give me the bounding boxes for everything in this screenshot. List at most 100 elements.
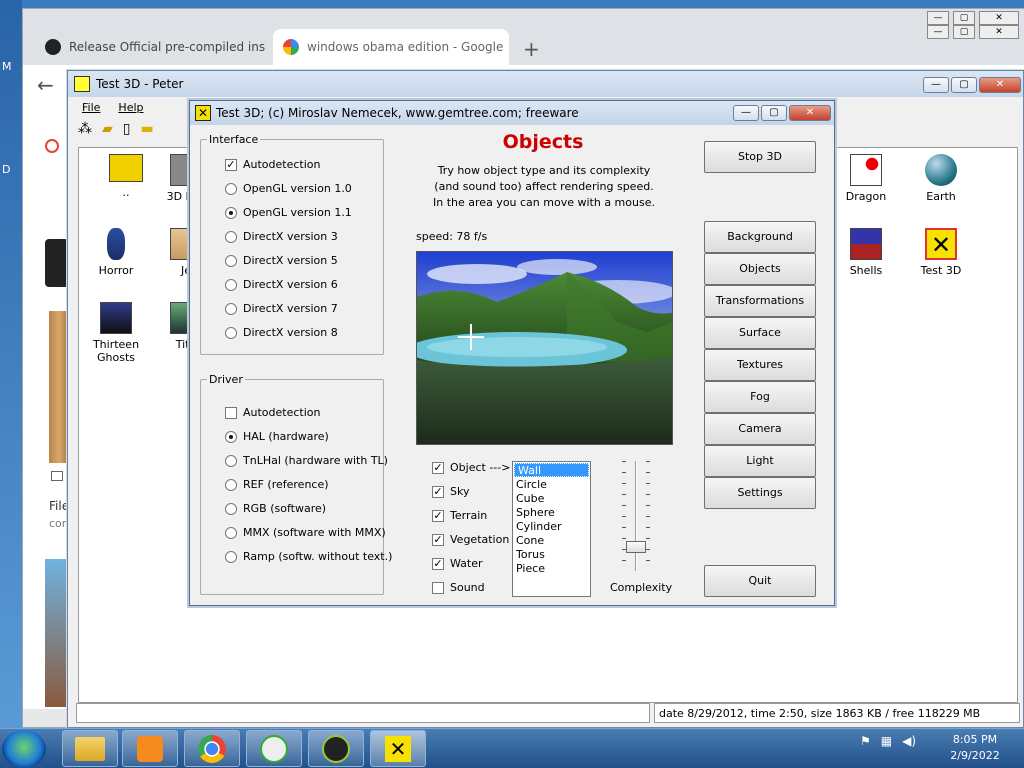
list-item[interactable]: Piece [513, 562, 590, 576]
radio-mmx[interactable]: MMX (software with MMX) [225, 526, 386, 539]
minimize-icon[interactable]: — [923, 77, 949, 93]
taskbar-chrome[interactable] [184, 730, 240, 767]
object-checkbox[interactable]: ✓ Object ---> [432, 461, 510, 474]
open-folder-icon[interactable]: ▰ [102, 121, 113, 143]
water-checkbox[interactable]: ✓ Water [432, 557, 483, 570]
background-button[interactable]: Background [704, 221, 816, 253]
network-error-icon[interactable]: ⚑ [860, 734, 871, 748]
radio-directx-7[interactable]: DirectX version 7 [225, 302, 338, 315]
list-item[interactable]: Torus [513, 548, 590, 562]
radio-directx-5[interactable]: DirectX version 5 [225, 254, 338, 267]
close-tab-icon[interactable]: ✕ [503, 39, 509, 55]
taskbar-app[interactable] [308, 730, 364, 767]
light-button[interactable]: Light [704, 445, 816, 477]
new-file-icon[interactable]: ▯ [123, 121, 131, 143]
network-icon[interactable]: ▦ [881, 734, 892, 748]
minimize-icon[interactable]: — [733, 105, 759, 121]
terrain-checkbox[interactable]: ✓ Terrain [432, 509, 487, 522]
quit-button[interactable]: Quit [704, 565, 816, 597]
radio-directx-3[interactable]: DirectX version 3 [225, 230, 338, 243]
object-type-list[interactable]: Wall Circle Cube Sphere Cylinder Cone To… [512, 461, 591, 597]
clock[interactable]: 8:05 PM 2/9/2022 [940, 732, 1010, 764]
sky-checkbox[interactable]: ✓ Sky [432, 485, 469, 498]
list-item[interactable]: Wall [514, 463, 589, 477]
clock-date: 2/9/2022 [950, 749, 1000, 762]
thumbnail-image [45, 239, 69, 287]
3d-render-area[interactable] [416, 251, 673, 445]
radio-directx-8[interactable]: DirectX version 8 [225, 326, 338, 339]
vegetation-checkbox[interactable]: ✓ Vegetation [432, 533, 509, 546]
maximize-icon[interactable]: ▢ [951, 77, 977, 93]
close-icon[interactable]: ✕ [979, 77, 1021, 93]
list-item[interactable]: Cylinder [513, 520, 590, 534]
close-tab-icon[interactable]: ✕ [265, 39, 271, 55]
menu-file[interactable]: File [82, 101, 100, 114]
rabbit-icon [260, 735, 288, 763]
menu-help[interactable]: Help [118, 101, 143, 114]
radio-opengl-1-1[interactable]: OpenGL version 1.1 [225, 206, 352, 219]
taskbar-app[interactable] [246, 730, 302, 767]
folder-icon[interactable]: ▬ [141, 121, 154, 143]
radio-tnlhal[interactable]: TnLHal (hardware with TL) [225, 454, 388, 467]
close-icon[interactable]: ✕ [979, 11, 1019, 25]
tree-icon[interactable]: ⁂ [78, 121, 92, 143]
volume-icon[interactable]: ◀) [902, 734, 916, 748]
surface-button[interactable]: Surface [704, 317, 816, 349]
objects-button[interactable]: Objects [704, 253, 816, 285]
radio-ramp[interactable]: Ramp (softw. without text.) [225, 550, 392, 563]
minimize-icon[interactable]: — [927, 11, 949, 25]
close-icon[interactable]: ✕ [979, 25, 1019, 39]
camera-button[interactable]: Camera [704, 413, 816, 445]
textures-button[interactable]: Textures [704, 349, 816, 381]
transformations-button[interactable]: Transformations [704, 285, 816, 317]
complexity-slider[interactable] [620, 461, 652, 571]
sound-checkbox[interactable]: Sound [432, 581, 485, 594]
radio-rgb[interactable]: RGB (software) [225, 502, 326, 515]
maximize-icon[interactable]: ▢ [953, 11, 975, 25]
settings-button[interactable]: Settings [704, 477, 816, 509]
close-icon[interactable]: ✕ [789, 105, 831, 121]
complexity-label: Complexity [610, 581, 673, 594]
fog-button[interactable]: Fog [704, 381, 816, 413]
option-label: OpenGL version 1.1 [243, 206, 352, 219]
back-arrow-icon[interactable]: ← [37, 73, 54, 97]
taskbar-explorer[interactable] [62, 730, 118, 767]
option-label: DirectX version 6 [243, 278, 338, 291]
stop-3d-button[interactable]: Stop 3D [704, 141, 816, 173]
radio-circle [225, 230, 237, 243]
file-label: Earth [926, 190, 956, 203]
file-item-test3d[interactable]: ✕ Test 3D [906, 228, 976, 277]
file-item-thirteen-ghosts[interactable]: Thirteen Ghosts [81, 302, 151, 364]
maximize-icon[interactable]: ▢ [761, 105, 787, 121]
list-item[interactable]: Cone [513, 534, 590, 548]
radio-ref[interactable]: REF (reference) [225, 478, 329, 491]
minimize-icon[interactable]: — [927, 25, 949, 39]
tab-google-search[interactable]: windows obama edition - Google ✕ [273, 29, 509, 65]
interface-autodetect-checkbox[interactable]: ✓ Autodetection [225, 158, 321, 171]
toolbar: ⁂ ▰ ▯ ▬ [78, 121, 154, 143]
radio-hal[interactable]: HAL (hardware) [225, 430, 329, 443]
window-titlebar[interactable]: Test 3D - Peter [68, 71, 1023, 97]
radio-directx-6[interactable]: DirectX version 6 [225, 278, 338, 291]
option-label: Autodetection [243, 406, 321, 419]
start-button[interactable] [2, 730, 46, 768]
desktop-icon-label: D [2, 163, 11, 176]
new-tab-button[interactable]: + [523, 37, 540, 61]
file-item-horror[interactable]: Horror [81, 228, 151, 277]
maximize-icon[interactable]: ▢ [953, 25, 975, 39]
tab-github-release[interactable]: Release Official pre-compiled ins ✕ [35, 29, 271, 65]
list-item[interactable]: Circle [513, 478, 590, 492]
file-item-shells[interactable]: Shells [831, 228, 901, 277]
taskbar-media-player[interactable] [122, 730, 178, 767]
file-item-dragon[interactable]: Dragon [831, 154, 901, 203]
radio-circle [225, 454, 237, 467]
file-item-earth[interactable]: Earth [906, 154, 976, 203]
radio-opengl-1-0[interactable]: OpenGL version 1.0 [225, 182, 352, 195]
taskbar-test3d[interactable]: ✕ [370, 730, 426, 767]
slider-thumb[interactable] [626, 541, 646, 553]
list-item[interactable]: Sphere [513, 506, 590, 520]
checkbox-box: ✓ [432, 460, 444, 474]
list-item[interactable]: Cube [513, 492, 590, 506]
driver-autodetect-checkbox[interactable]: Autodetection [225, 406, 321, 419]
checkbox-box [225, 406, 237, 419]
